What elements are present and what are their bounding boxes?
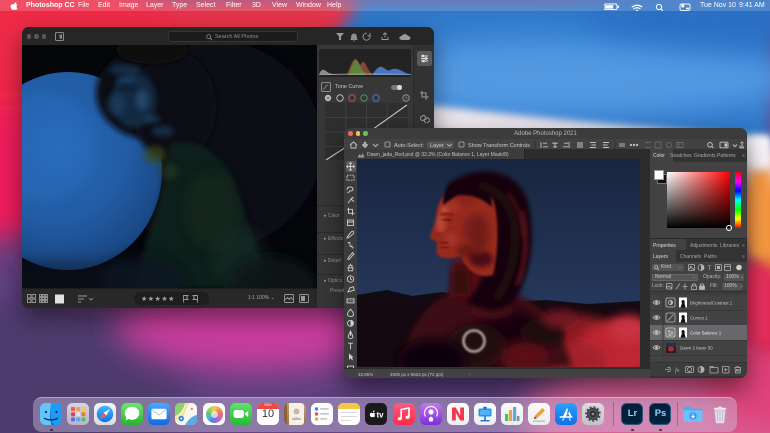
svg-text:T: T [708,266,712,271]
svg-text:Curves 1: Curves 1 [690,316,708,321]
svg-text:Dawn 2 lower 50: Dawn 2 lower 50 [680,346,713,351]
svg-text:Brightness/Contrast 1: Brightness/Contrast 1 [690,301,733,306]
svg-text:tv: tv [377,411,385,420]
svg-text:Layer: Layer [430,143,444,149]
svg-text:Color Balance 1: Color Balance 1 [690,331,722,336]
svg-text:Show Transform Controls: Show Transform Controls [468,143,530,149]
svg-text:fx: fx [675,367,680,374]
svg-text:Auto-Select:: Auto-Select: [394,143,424,149]
